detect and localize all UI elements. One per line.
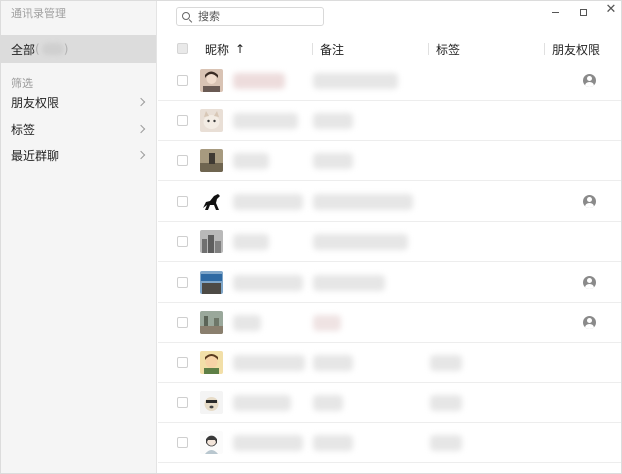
- row-checkbox[interactable]: [177, 115, 188, 126]
- row-checkbox[interactable]: [177, 75, 188, 86]
- column-nickname[interactable]: 昵称 ↑: [205, 37, 245, 61]
- sidebar-item-recent-groups[interactable]: 最近群聊: [1, 143, 156, 167]
- avatar-city-icon: [200, 230, 223, 253]
- sidebar-item-friend-permissions[interactable]: 朋友权限: [1, 90, 156, 114]
- row-checkbox[interactable]: [177, 277, 188, 288]
- row-checkbox[interactable]: [177, 196, 188, 207]
- chevron-right-icon: [136, 124, 146, 134]
- search-box[interactable]: [176, 7, 324, 26]
- row-checkbox[interactable]: [177, 317, 188, 328]
- table-row[interactable]: [158, 263, 621, 303]
- minimize-button[interactable]: [548, 7, 562, 17]
- row-checkbox[interactable]: [177, 155, 188, 166]
- sidebar-item-label: 标签: [11, 122, 36, 137]
- nickname-redacted: [233, 435, 303, 451]
- search-input[interactable]: [198, 10, 318, 23]
- main-panel: ✕ 昵称 ↑ 备注 标签 朋友权限: [158, 1, 621, 473]
- avatar-dog-icon: [200, 391, 223, 414]
- app-title: 通讯录管理: [11, 7, 66, 20]
- column-friend-permissions[interactable]: 朋友权限: [552, 37, 600, 61]
- friend-permission-icon: [583, 276, 596, 289]
- sidebar-item-label: 最近群聊: [11, 148, 60, 163]
- sidebar-item-label: 朋友权限: [11, 95, 60, 110]
- nickname-redacted: [233, 355, 305, 371]
- table-row[interactable]: [158, 61, 621, 101]
- table-row[interactable]: [158, 383, 621, 423]
- remark-redacted: [313, 275, 385, 291]
- table-row[interactable]: [158, 182, 621, 222]
- nickname-redacted: [233, 113, 298, 129]
- column-remark[interactable]: 备注: [320, 37, 344, 61]
- remark-redacted: [313, 435, 353, 451]
- tag-redacted: [430, 355, 462, 371]
- nickname-redacted: [233, 194, 303, 210]
- search-icon: [182, 11, 193, 23]
- sidebar-item-all[interactable]: 全部 (): [1, 35, 156, 63]
- all-count: [41, 43, 64, 55]
- sort-ascending-icon: ↑: [235, 42, 246, 56]
- avatar-street-icon: [200, 311, 223, 334]
- sidebar-item-all-label: 全部: [11, 42, 36, 57]
- table-row[interactable]: [158, 343, 621, 383]
- remark-redacted: [313, 153, 353, 169]
- avatar-cartoon-icon: [200, 351, 223, 374]
- nickname-redacted: [233, 395, 291, 411]
- table-row[interactable]: [158, 423, 621, 463]
- remark-redacted: [313, 355, 353, 371]
- maximize-button[interactable]: [576, 7, 590, 17]
- remark-redacted: [313, 315, 341, 331]
- sidebar: 通讯录管理 全部 () 筛选 朋友权限 标签 最近群聊: [1, 1, 157, 473]
- row-checkbox[interactable]: [177, 236, 188, 247]
- nickname-redacted: [233, 73, 285, 89]
- nickname-redacted: [233, 234, 269, 250]
- friend-permission-icon: [583, 74, 596, 87]
- filter-label: 筛选: [11, 77, 33, 90]
- avatar-horse-icon: [200, 190, 223, 213]
- row-checkbox[interactable]: [177, 437, 188, 448]
- table-row[interactable]: [158, 101, 621, 141]
- contacts-manager-window: 通讯录管理 全部 () 筛选 朋友权限 标签 最近群聊 ✕: [0, 0, 622, 474]
- select-all-checkbox[interactable]: [177, 43, 188, 54]
- column-tags[interactable]: 标签: [436, 37, 460, 61]
- column-divider: [312, 43, 313, 55]
- remark-redacted: [313, 73, 398, 89]
- tag-redacted: [430, 435, 462, 451]
- sidebar-item-tags[interactable]: 标签: [1, 117, 156, 141]
- tag-redacted: [430, 395, 462, 411]
- remark-redacted: [313, 395, 343, 411]
- avatar-photo-icon: [200, 149, 223, 172]
- avatar-cat-icon: [200, 109, 223, 132]
- table-row[interactable]: [158, 222, 621, 262]
- nickname-redacted: [233, 315, 261, 331]
- chevron-right-icon: [136, 150, 146, 160]
- nickname-redacted: [233, 275, 303, 291]
- row-checkbox[interactable]: [177, 397, 188, 408]
- avatar-girl-icon: [200, 69, 223, 92]
- friend-permission-icon: [583, 195, 596, 208]
- avatar-sketch-icon: [200, 431, 223, 454]
- table-row[interactable]: [158, 141, 621, 181]
- remark-redacted: [313, 234, 408, 250]
- friend-permission-icon: [583, 316, 596, 329]
- row-checkbox[interactable]: [177, 357, 188, 368]
- close-button[interactable]: ✕: [604, 2, 618, 17]
- remark-redacted: [313, 113, 353, 129]
- remark-redacted: [313, 194, 413, 210]
- column-divider: [544, 43, 545, 55]
- column-divider: [428, 43, 429, 55]
- table-header: 昵称 ↑ 备注 标签 朋友权限: [158, 37, 621, 61]
- avatar-sign-icon: [200, 271, 223, 294]
- nickname-redacted: [233, 153, 269, 169]
- chevron-right-icon: [136, 97, 146, 107]
- table-row[interactable]: [158, 303, 621, 343]
